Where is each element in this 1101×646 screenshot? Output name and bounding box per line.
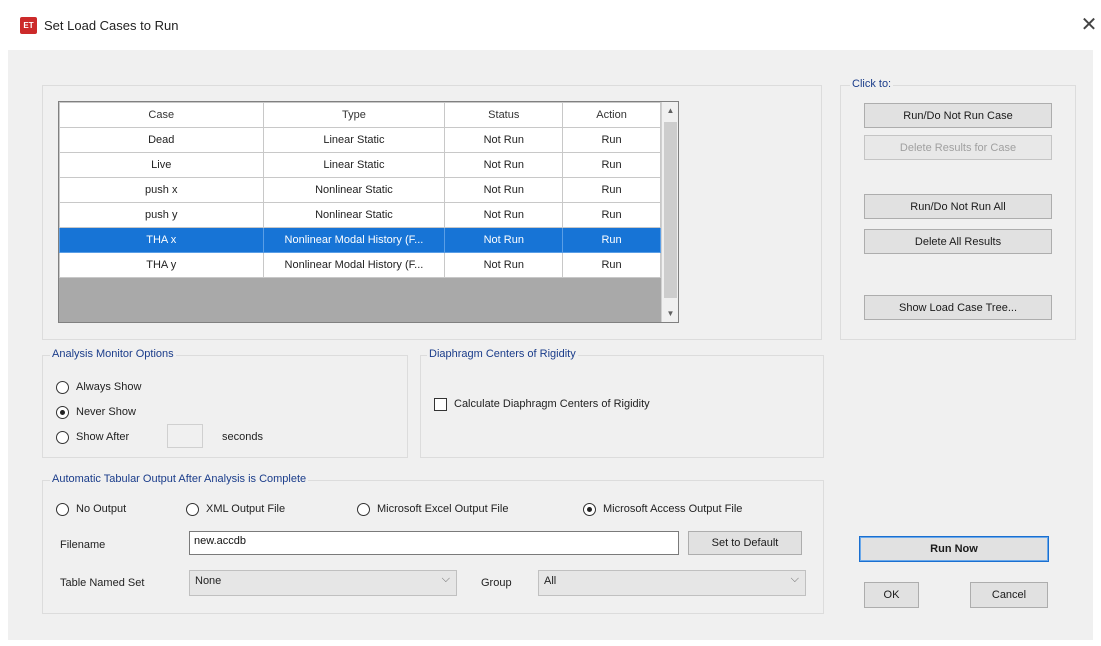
delete-results-for-case-button[interactable]: Delete Results for Case [864,135,1052,160]
column-header-case[interactable]: Case [59,102,264,128]
access-output-label: Microsoft Access Output File [603,503,743,515]
cell-status: Not Run [444,202,564,228]
no-output-label: No Output [76,503,127,515]
always-show-label: Always Show [76,381,142,393]
column-header-status[interactable]: Status [444,102,564,128]
excel-output-radio[interactable] [357,503,370,516]
run-now-button[interactable]: Run Now [859,536,1049,562]
cell-case: Dead [59,127,264,153]
cell-action: Run [562,202,661,228]
grid-header-row: Case Type Status Action [59,102,661,128]
show-after-radio[interactable] [56,431,69,444]
cell-case: THA y [59,252,264,278]
cancel-button[interactable]: Cancel [970,582,1048,608]
cell-case: THA x [59,227,264,253]
table-row[interactable]: THA y Nonlinear Modal History (F... Not … [59,252,661,278]
scroll-up-icon[interactable]: ▲ [662,102,679,119]
cell-type: Nonlinear Static [262,202,446,228]
chevron-down-icon: ⌵ [790,573,799,585]
window-title: Set Load Cases to Run [44,18,179,33]
run-do-not-run-case-button[interactable]: Run/Do Not Run Case [864,103,1052,128]
show-load-case-tree-button[interactable]: Show Load Case Tree... [864,295,1052,320]
tabular-output-title: Automatic Tabular Output After Analysis … [50,473,309,485]
never-show-radio[interactable] [56,406,69,419]
xml-output-label: XML Output File [206,503,286,515]
cell-status: Not Run [444,227,564,253]
analysis-monitor-title: Analysis Monitor Options [50,348,176,360]
seconds-label: seconds [222,431,263,443]
app-icon: ET [20,17,37,34]
xml-output-radio[interactable] [186,503,199,516]
group-label: Group [481,577,512,589]
cell-type: Nonlinear Static [262,177,446,203]
chevron-down-icon: ⌵ [441,573,450,585]
cell-status: Not Run [444,127,564,153]
cell-type: Linear Static [262,127,446,153]
table-named-set-value: None [195,575,222,587]
table-row-selected[interactable]: THA x Nonlinear Modal History (F... Not … [59,227,661,253]
cell-case: push y [59,202,264,228]
cell-status: Not Run [444,152,564,178]
cell-type: Nonlinear Modal History (F... [262,227,446,253]
load-cases-grid[interactable]: Case Type Status Action Dead Linear Stat… [58,101,679,323]
cell-action: Run [562,152,661,178]
table-row[interactable]: Dead Linear Static Not Run Run [59,127,661,153]
cell-case: push x [59,177,264,203]
table-named-set-dropdown[interactable]: None ⌵ [189,570,457,596]
calculate-diaphragm-label: Calculate Diaphragm Centers of Rigidity [454,398,650,410]
group-dropdown[interactable]: All ⌵ [538,570,806,596]
never-show-label: Never Show [76,406,136,418]
filename-input[interactable]: new.accdb [189,531,679,555]
cell-action: Run [562,227,661,253]
group-value: All [544,575,557,587]
filename-label: Filename [60,539,106,551]
access-output-radio[interactable] [583,503,596,516]
click-to-title: Click to: [850,78,894,90]
scroll-down-icon[interactable]: ▼ [662,305,679,322]
set-to-default-button[interactable]: Set to Default [688,531,802,555]
table-named-set-label: Table Named Set [60,577,145,589]
column-header-action[interactable]: Action [562,102,661,128]
table-row[interactable]: push x Nonlinear Static Not Run Run [59,177,661,203]
cell-type: Nonlinear Modal History (F... [262,252,446,278]
diaphragm-title: Diaphragm Centers of Rigidity [427,348,578,360]
table-row[interactable]: push y Nonlinear Static Not Run Run [59,202,661,228]
close-icon[interactable]: ✕ [1078,12,1100,36]
always-show-radio[interactable] [56,381,69,394]
show-after-label: Show After [76,431,130,443]
cell-case: Live [59,152,264,178]
delete-all-results-button[interactable]: Delete All Results [864,229,1052,254]
cell-action: Run [562,127,661,153]
table-row[interactable]: Live Linear Static Not Run Run [59,152,661,178]
grid-vertical-scrollbar[interactable]: ▲ ▼ [661,102,678,322]
ok-button[interactable]: OK [864,582,919,608]
load-cases-table: Case Type Status Action Dead Linear Stat… [59,102,661,278]
cell-status: Not Run [444,252,564,278]
no-output-radio[interactable] [56,503,69,516]
cell-type: Linear Static [262,152,446,178]
calculate-diaphragm-checkbox[interactable] [434,398,447,411]
excel-output-label: Microsoft Excel Output File [377,503,509,515]
scroll-thumb[interactable] [664,122,677,298]
run-do-not-run-all-button[interactable]: Run/Do Not Run All [864,194,1052,219]
cell-action: Run [562,177,661,203]
column-header-type[interactable]: Type [262,102,446,128]
cell-status: Not Run [444,177,564,203]
cell-action: Run [562,252,661,278]
show-after-seconds-input[interactable] [167,424,203,448]
